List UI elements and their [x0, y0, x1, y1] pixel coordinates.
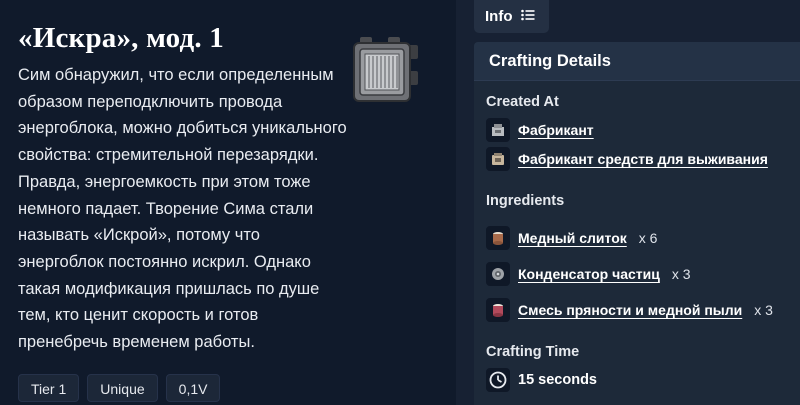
ingredients-label: Ingredients — [486, 193, 565, 209]
ingredient-item: Конденсатор частиц x 3 — [486, 262, 691, 286]
info-tab[interactable]: Info — [474, 0, 549, 33]
ingredient-item: Медный слиток x 6 — [486, 226, 657, 250]
survival-fabricator-icon — [486, 147, 510, 171]
survival-fabricator-link[interactable]: Фабрикант средств для выживания — [518, 151, 768, 167]
item-description: Сим обнаружил, что если определенным обр… — [18, 66, 347, 352]
created-at-item: Фабрикант средств для выживания — [486, 147, 768, 171]
crafting-time-value: 15 seconds — [518, 372, 597, 388]
copper-ingot-link[interactable]: Медный слиток — [518, 230, 627, 246]
particle-capacitor-link[interactable]: Конденсатор частиц — [518, 266, 660, 282]
particle-capacitor-qty: x 3 — [671, 266, 691, 282]
fabricator-link[interactable]: Фабрикант — [518, 122, 594, 138]
crafting-details-panel: Crafting Details Created At Фабрикант Фа… — [474, 42, 800, 405]
list-icon — [520, 8, 535, 25]
clock-icon — [486, 368, 510, 392]
copper-ingot-qty: x 6 — [638, 230, 658, 246]
info-tab-label: Info — [485, 8, 513, 25]
created-at-label: Created At — [486, 94, 559, 110]
item-tags: Tier 1 Unique 0,1V — [18, 374, 221, 402]
crafting-time-row: 15 seconds — [486, 368, 597, 392]
crafting-time-label: Crafting Time — [486, 344, 580, 360]
item-title: «Искра», мод. 1 — [18, 22, 224, 54]
spice-copper-dust-qty: x 3 — [754, 302, 773, 318]
ingredient-item: Смесь пряности и медной пыли x 3 — [486, 298, 773, 322]
spice-copper-dust-icon — [486, 298, 510, 322]
fabricator-icon — [486, 118, 510, 142]
created-at-item: Фабрикант — [486, 118, 594, 142]
unique-tag: Unique — [87, 374, 158, 402]
crafting-details-header: Crafting Details — [474, 42, 800, 81]
version-tag: 0,1V — [165, 374, 221, 402]
power-cell-image — [352, 35, 426, 105]
copper-ingot-icon — [486, 226, 510, 250]
particle-capacitor-icon — [486, 262, 510, 286]
spice-copper-dust-link[interactable]: Смесь пряности и медной пыли — [518, 302, 742, 318]
tier-tag: Tier 1 — [18, 374, 80, 402]
item-panel: «Искра», мод. 1 Сим обнаружил, что если … — [0, 0, 456, 405]
